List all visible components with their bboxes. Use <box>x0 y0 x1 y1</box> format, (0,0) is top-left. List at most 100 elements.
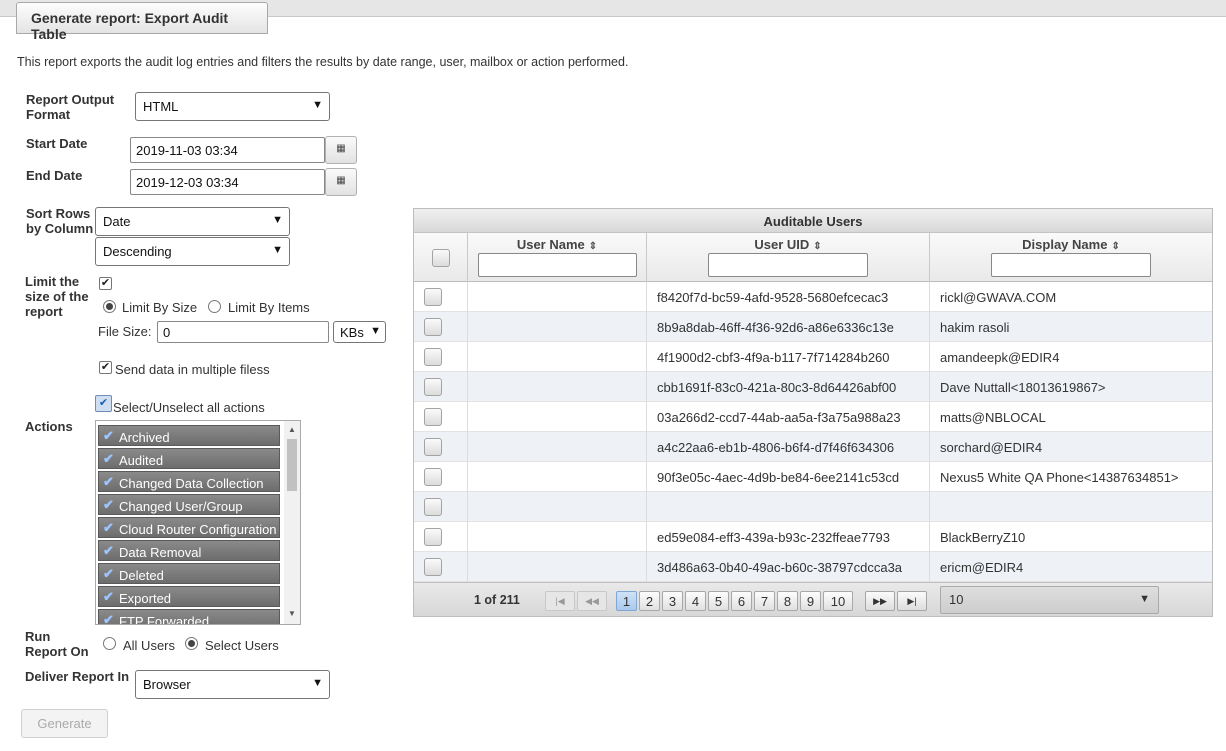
page-button-8[interactable]: 8 <box>777 591 798 611</box>
table-row[interactable]: 03a266d2-ccd7-44ab-aa5a-f3a75a988a23 mat… <box>414 402 1212 432</box>
display-name-cell: Dave Nuttall<18013619867> <box>940 380 1106 395</box>
page-button-3[interactable]: 3 <box>662 591 683 611</box>
display-name-filter-input[interactable] <box>991 253 1151 277</box>
scroll-down-icon[interactable]: ▼ <box>288 609 296 618</box>
sort-order-select[interactable]: Descending ▼ <box>95 237 290 266</box>
sort-column-select[interactable]: Date ▼ <box>95 207 290 236</box>
row-checkbox[interactable] <box>424 498 442 516</box>
row-checkbox[interactable] <box>424 558 442 576</box>
sort-icon[interactable]: ⇕ <box>813 241 821 252</box>
table-row[interactable]: f8420f7d-bc59-4afd-9528-5680efcecac3 ric… <box>414 282 1212 312</box>
action-item[interactable]: ✔ Deleted <box>98 563 280 584</box>
row-checkbox[interactable] <box>424 318 442 336</box>
sort-icon[interactable]: ⇕ <box>1111 241 1119 252</box>
table-row[interactable]: 4f1900d2-cbf3-4f9a-b117-7f714284b260 ama… <box>414 342 1212 372</box>
page-button-2[interactable]: 2 <box>639 591 660 611</box>
table-row[interactable] <box>414 492 1212 522</box>
sort-order-value: Descending <box>103 244 172 259</box>
column-user-name[interactable]: User Name ⇕ <box>468 233 647 282</box>
generate-button[interactable]: Generate <box>21 709 108 738</box>
page-button-4[interactable]: 4 <box>685 591 706 611</box>
end-date-input[interactable]: 2019-12-03 03:34 <box>130 169 325 195</box>
limit-checkbox[interactable]: ✔ <box>99 277 112 290</box>
user-name-filter-input[interactable] <box>478 253 637 277</box>
row-select-cell <box>414 402 468 432</box>
checkmark-icon: ✔ <box>103 543 114 558</box>
start-date-calendar-button[interactable]: ▦ <box>325 136 357 164</box>
action-item[interactable]: ✔ Data Removal <box>98 540 280 561</box>
user-name-cell <box>468 552 647 582</box>
page-button-7[interactable]: 7 <box>754 591 775 611</box>
row-checkbox[interactable] <box>424 378 442 396</box>
end-date-calendar-button[interactable]: ▦ <box>325 168 357 196</box>
action-item[interactable]: ✔ Exported <box>98 586 280 607</box>
user-name-cell <box>468 402 647 432</box>
column-header-label: User UID <box>754 237 810 252</box>
action-item[interactable]: ✔ Archived <box>98 425 280 446</box>
page-button-9[interactable]: 9 <box>800 591 821 611</box>
file-size-unit-select[interactable]: KBs ▼ <box>333 321 386 343</box>
row-checkbox[interactable] <box>424 528 442 546</box>
limit-label: Limit the size of the report <box>25 274 89 319</box>
first-page-button[interactable]: |◀ <box>545 591 575 611</box>
page-button-6[interactable]: 6 <box>731 591 752 611</box>
display-name-cell: rickl@GWAVA.COM <box>940 290 1057 305</box>
page-size-select[interactable]: 10 ▼ <box>940 586 1159 614</box>
page-button-1[interactable]: 1 <box>616 591 637 611</box>
row-select-cell <box>414 522 468 552</box>
user-uid-cell: 4f1900d2-cbf3-4f9a-b117-7f714284b260 <box>647 342 930 372</box>
checkmark-icon: ✔ <box>103 474 114 489</box>
chevron-down-icon: ▼ <box>370 325 381 337</box>
page-button-10[interactable]: 10 <box>823 591 853 611</box>
file-size-input[interactable]: 0 <box>157 321 329 343</box>
scroll-up-icon[interactable]: ▲ <box>288 425 296 434</box>
checkmark-icon: ✔ <box>103 497 114 512</box>
all-users-label: All Users <box>123 638 176 653</box>
multiple-files-checkbox[interactable]: ✔ <box>99 361 112 374</box>
action-item[interactable]: ✔ Audited <box>98 448 280 469</box>
deliver-label: Deliver Report In <box>25 669 130 684</box>
chevron-down-icon: ▼ <box>312 677 323 689</box>
table-row[interactable]: ed59e084-eff3-439a-b93c-232ffeae7793 Bla… <box>414 522 1212 552</box>
select-users-radio[interactable] <box>185 637 198 650</box>
table-row[interactable]: 3d486a63-0b40-49ac-b60c-38797cdcca3a eri… <box>414 552 1212 582</box>
user-uid-cell: 03a266d2-ccd7-44ab-aa5a-f3a75a988a23 <box>647 402 930 432</box>
row-checkbox[interactable] <box>424 468 442 486</box>
limit-by-items-radio[interactable] <box>208 300 221 313</box>
row-checkbox[interactable] <box>424 288 442 306</box>
select-all-actions-checkbox[interactable]: ✔ <box>95 395 112 412</box>
action-item[interactable]: ✔ Cloud Router Configuration <box>98 517 280 538</box>
output-format-select[interactable]: HTML ▼ <box>135 92 330 121</box>
row-checkbox[interactable] <box>424 348 442 366</box>
table-row[interactable]: cbb1691f-83c0-421a-80c3-8d64426abf00 Dav… <box>414 372 1212 402</box>
table-row[interactable]: 8b9a8dab-46ff-4f36-92d6-a86e6336c13e hak… <box>414 312 1212 342</box>
column-user-uid[interactable]: User UID ⇕ <box>647 233 930 282</box>
table-row[interactable]: a4c22aa6-eb1b-4806-b6f4-d7f46f634306 sor… <box>414 432 1212 462</box>
action-item[interactable]: ✔ Changed Data Collection <box>98 471 280 492</box>
user-uid-filter-input[interactable] <box>708 253 868 277</box>
scroll-thumb[interactable] <box>287 439 297 491</box>
table-row[interactable]: 90f3e05c-4aec-4d9b-be84-6ee2141c53cd Nex… <box>414 462 1212 492</box>
next-page-button[interactable]: ▶▶ <box>865 591 895 611</box>
all-users-radio[interactable] <box>103 637 116 650</box>
last-page-button[interactable]: ▶| <box>897 591 927 611</box>
action-item[interactable]: ✔ Changed User/Group <box>98 494 280 515</box>
sort-icon[interactable]: ⇕ <box>589 241 597 252</box>
actions-list[interactable]: ✔ Archived ✔ Audited ✔ Changed Data Collect… <box>95 420 301 625</box>
report-tab[interactable]: Generate report: Export Audit Table <box>16 2 268 42</box>
user-uid-cell: cbb1691f-83c0-421a-80c3-8d64426abf00 <box>647 372 930 402</box>
select-all-rows-checkbox[interactable] <box>432 249 450 267</box>
column-display-name[interactable]: Display Name ⇕ <box>930 233 1212 282</box>
prev-page-button[interactable]: ◀◀ <box>577 591 607 611</box>
limit-by-size-radio[interactable] <box>103 300 116 313</box>
row-checkbox[interactable] <box>424 438 442 456</box>
action-item[interactable]: ✔ FTP Forwarded <box>98 609 280 624</box>
deliver-select[interactable]: Browser ▼ <box>135 670 330 699</box>
column-header-label: User Name <box>516 237 585 252</box>
start-date-input[interactable]: 2019-11-03 03:34 <box>130 137 325 163</box>
page-button-5[interactable]: 5 <box>708 591 729 611</box>
row-checkbox[interactable] <box>424 408 442 426</box>
user-name-cell <box>468 342 647 372</box>
actions-scrollbar[interactable]: ▲ ▼ <box>284 421 300 624</box>
user-uid-cell <box>647 492 930 522</box>
